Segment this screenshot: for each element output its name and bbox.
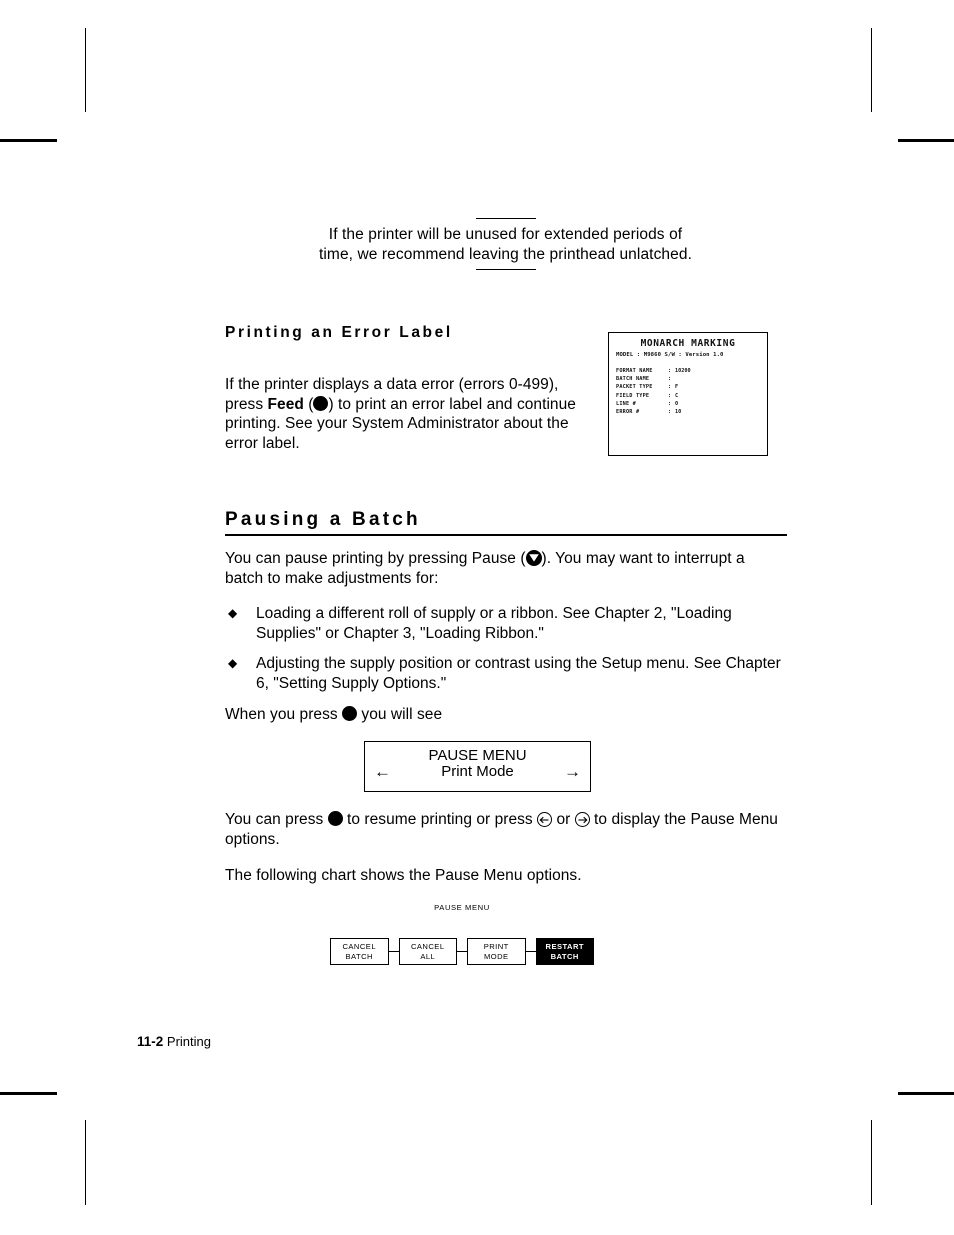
left-arrow-icon: ← — [374, 762, 391, 781]
error-label-field-colon: : — [668, 409, 672, 416]
chart-connector — [525, 950, 536, 953]
right-arrow-key-icon — [574, 812, 590, 827]
error-label-field-colon: : — [668, 384, 672, 391]
pause-menu-chart: PAUSE MENU CANCEL BATCH CANCEL ALL PRINT… — [330, 903, 594, 965]
error-label-field-row: FORMAT NAME:10200 — [616, 367, 767, 375]
note-rule-top — [475, 218, 536, 219]
page-footer: 11-2 Printing — [137, 1034, 211, 1050]
chart-option-restart-batch: RESTART BATCH — [535, 938, 594, 965]
error-label-field-value — [675, 375, 767, 383]
note-rule-bottom — [475, 269, 536, 270]
error-label-field-value: F — [675, 384, 679, 391]
when-press-text-1: When you press — [225, 706, 343, 723]
paragraph-resume-printing: You can press to resume printing or pres… — [225, 810, 781, 849]
diamond-bullet-icon: ◆ — [228, 606, 238, 620]
error-label-field-colon: : — [668, 376, 672, 383]
diamond-bullet-icon: ◆ — [228, 656, 238, 670]
list-item: ◆ Loading a different roll of supply or … — [228, 604, 788, 643]
error-label-field-key: FIELD TYPE — [616, 392, 650, 399]
error-label-field-value: 10200 — [675, 368, 691, 374]
left-arrow-key-icon — [537, 812, 553, 827]
display-panel-row: ← Print Mode → — [365, 763, 590, 781]
resume-text-3: or — [552, 811, 575, 828]
chart-option-line2: MODE — [483, 951, 509, 961]
chart-connector — [457, 950, 467, 953]
error-label-field-value: 0 — [675, 400, 679, 407]
document-page: If the printer will be unused for extend… — [0, 0, 954, 1235]
error-paragraph-text-2: ( — [303, 395, 314, 413]
chart-option-print-mode: PRINT MODE — [467, 938, 526, 965]
pause-key-icon — [525, 550, 542, 566]
chart-option-line2: BATCH — [550, 951, 579, 961]
heading-rule — [225, 534, 787, 536]
error-label-field-row: ERROR #:10 — [616, 408, 767, 416]
error-label-model-line: MODEL : M9860 S/W : Version 1.0 — [616, 352, 724, 358]
when-press-text-2: you will see — [357, 706, 443, 723]
list-item-text: Loading a different roll of supply or a … — [256, 605, 732, 642]
error-label-field-colon: : — [668, 392, 672, 399]
error-label-field-key: LINE # — [616, 400, 636, 407]
error-label-field-row: FIELD TYPE: C — [616, 392, 767, 400]
printer-display-panel: PAUSE MENU ← Print Mode → — [364, 741, 591, 792]
error-label-field-key: PACKET TYPE — [616, 384, 653, 391]
chart-connector — [388, 950, 399, 953]
error-label-title: MONARCH MARKING — [640, 338, 736, 349]
list-item: ◆ Adjusting the supply position or contr… — [228, 654, 788, 693]
error-label-field-row: LINE #:0 — [616, 400, 767, 408]
error-label-field-key: ERROR # — [616, 409, 640, 416]
footer-page-number: 11-2 — [137, 1034, 164, 1049]
error-label-field-value: 10 — [675, 409, 682, 416]
feed-key-icon — [327, 811, 343, 826]
error-label-field-key: BATCH NAME — [616, 376, 650, 383]
note-text: If the printer will be unused for extend… — [318, 226, 692, 263]
heading-pausing-a-batch-block: Pausing a Batch — [225, 509, 787, 536]
paragraph-following-chart: The following chart shows the Pause Menu… — [225, 867, 582, 884]
pause-menu-chart-row: CANCEL BATCH CANCEL ALL PRINT MODE RESTA… — [330, 938, 594, 965]
chart-option-line1: CANCEL — [410, 942, 445, 952]
paragraph-error-label: If the printer displays a data error (er… — [225, 375, 595, 453]
error-label-field-key: FORMAT NAME — [616, 368, 653, 374]
display-panel-title: PAUSE MENU — [428, 747, 527, 764]
pause-menu-chart-title: PAUSE MENU — [434, 903, 490, 912]
heading-pausing-a-batch: Pausing a Batch — [225, 509, 421, 530]
paragraph-pause-intro: You can pause printing by pressing Pause… — [225, 549, 787, 588]
error-label-field-value: C — [675, 392, 679, 399]
list-item-text: Adjusting the supply position or contras… — [256, 655, 781, 692]
error-label-field-row: BATCH NAME: — [616, 375, 767, 383]
heading-printing-an-error-label: Printing an Error Label — [225, 324, 453, 341]
paragraph-when-you-press: When you press you will see — [225, 705, 787, 725]
display-panel-mode: Print Mode — [441, 763, 514, 780]
note-block: If the printer will be unused for extend… — [318, 218, 693, 270]
error-label-sample-image: MONARCH MARKING MODEL : M9860 S/W : Vers… — [608, 332, 768, 456]
feed-key-icon — [342, 706, 358, 721]
right-arrow-icon: → — [564, 762, 581, 781]
footer-chapter-name: Printing — [166, 1034, 211, 1049]
feed-key-label: Feed — [267, 395, 304, 413]
pause-intro-text-1: You can pause printing by pressing Pause… — [225, 550, 526, 567]
chart-option-line1: PRINT — [483, 942, 509, 952]
error-label-fields: FORMAT NAME:10200 BATCH NAME: PACKET TYP… — [616, 367, 767, 416]
error-label-field-colon: : — [668, 400, 672, 407]
chart-option-cancel-all: CANCEL ALL — [398, 938, 457, 965]
chart-option-line2: BATCH — [345, 951, 373, 961]
chart-option-line1: RESTART — [545, 942, 584, 952]
bullet-list-adjustments: ◆ Loading a different roll of supply or … — [228, 604, 788, 704]
error-label-field-row: PACKET TYPE: F — [616, 383, 767, 391]
chart-option-line1: CANCEL — [342, 942, 376, 952]
feed-key-icon — [313, 395, 329, 411]
chart-option-line2: ALL — [420, 951, 436, 961]
resume-text-2: to resume printing or press — [342, 811, 538, 828]
chart-option-cancel-batch: CANCEL BATCH — [330, 938, 389, 965]
error-label-field-colon: : — [668, 368, 672, 374]
resume-text-1: You can press — [225, 811, 328, 828]
